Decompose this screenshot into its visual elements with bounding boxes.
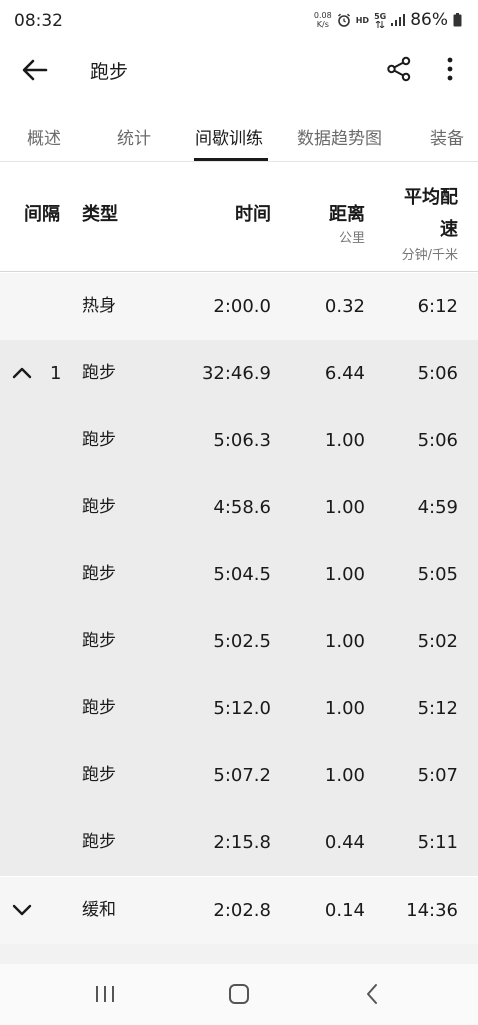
row-type: 跑步: [82, 631, 116, 651]
system-nav-bar: [0, 964, 478, 1025]
alarm-icon: [337, 13, 351, 27]
row-type: 跑步: [82, 497, 116, 517]
network-speed-unit: K/s: [316, 20, 329, 29]
list-end-divider: [0, 944, 478, 964]
table-row: 跑步 5:07.2 1.00 5:07: [0, 742, 478, 809]
tab-gear[interactable]: 装备: [430, 124, 464, 149]
back-button[interactable]: [18, 54, 52, 86]
row-time: 4:58.6: [213, 497, 271, 518]
row-pace: 5:11: [417, 832, 458, 853]
row-time: 32:46.9: [201, 363, 271, 384]
table-row: 跑步 2:15.8 0.44 5:11: [0, 809, 478, 876]
row-time: 5:07.2: [213, 765, 271, 786]
table-row: 热身 2:00.0 0.32 6:12: [0, 273, 478, 340]
row-distance: 1.00: [324, 698, 365, 719]
app-bar: 跑步: [0, 44, 478, 96]
chevron-down-icon[interactable]: [10, 897, 34, 923]
row-distance: 0.32: [324, 296, 365, 317]
share-icon: [387, 56, 411, 82]
tab-overview[interactable]: 概述: [27, 124, 61, 149]
recent-apps-button[interactable]: [85, 978, 125, 1010]
row-type: 跑步: [82, 832, 116, 852]
hd-badge: HD: [355, 15, 370, 25]
tab-trends[interactable]: 数据趋势图: [297, 124, 382, 149]
tab-intervals[interactable]: 间歇训练: [195, 124, 263, 149]
network-speed-value: 0.08: [313, 11, 332, 20]
more-vertical-icon: [447, 57, 453, 81]
row-pace: 5:06: [417, 363, 458, 384]
row-time: 2:02.8: [213, 900, 271, 921]
interval-group-row[interactable]: 1 跑步 32:46.9 6.44 5:06: [0, 340, 478, 407]
header-interval: 间隔: [24, 204, 60, 225]
row-type: 跑步: [82, 363, 116, 383]
status-time: 08:32: [14, 11, 63, 31]
header-type: 类型: [82, 204, 118, 225]
row-time: 2:00.0: [213, 296, 271, 317]
row-distance: 6.44: [324, 363, 365, 384]
row-time: 5:12.0: [213, 698, 271, 719]
row-distance: 1.00: [324, 564, 365, 585]
table-row: 跑步 5:12.0 1.00 5:12: [0, 675, 478, 742]
network-type-icon: 5G: [374, 11, 387, 28]
status-bar: 08:32 0.08 K/s HD 5G 86%: [0, 0, 478, 44]
row-pace: 5:02: [417, 631, 458, 652]
battery-icon: [453, 13, 462, 27]
table-row: 跑步 5:02.5 1.00 5:02: [0, 608, 478, 675]
row-pace: 5:07: [417, 765, 458, 786]
row-interval-index: 1: [50, 363, 62, 384]
table-header: 间隔 类型 时间 距离 公里 平均配 速 分钟/千米: [0, 163, 478, 272]
table-row: 跑步 4:58.6 1.00 4:59: [0, 474, 478, 541]
share-button[interactable]: [382, 52, 416, 86]
header-pace-line1: 平均配: [404, 187, 458, 208]
row-type: 热身: [82, 296, 116, 316]
row-type: 跑步: [82, 564, 116, 584]
home-icon: [229, 984, 249, 1004]
row-time: 5:02.5: [213, 631, 271, 652]
more-options-button[interactable]: [436, 52, 464, 86]
row-time: 5:04.5: [213, 564, 271, 585]
row-pace: 4:59: [417, 497, 458, 518]
tab-statistics[interactable]: 统计: [117, 124, 151, 149]
chevron-up-icon[interactable]: [10, 360, 34, 386]
row-distance: 1.00: [324, 765, 365, 786]
row-pace: 5:06: [417, 430, 458, 451]
active-tab-indicator: [194, 158, 268, 161]
row-type: 缓和: [82, 900, 116, 920]
row-pace: 14:36: [406, 900, 458, 921]
table-row: 跑步 5:06.3 1.00 5:06: [0, 407, 478, 474]
row-pace: 5:12: [417, 698, 458, 719]
arrow-left-icon: [22, 59, 48, 81]
network-type-label: 5G: [374, 11, 387, 21]
header-distance-unit: 公里: [338, 231, 365, 246]
row-distance: 1.00: [324, 497, 365, 518]
row-pace: 5:05: [417, 564, 458, 585]
row-time: 2:15.8: [213, 832, 271, 853]
system-back-button[interactable]: [352, 978, 392, 1010]
row-type: 跑步: [82, 698, 116, 718]
row-distance: 0.14: [324, 900, 365, 921]
home-button[interactable]: [219, 978, 259, 1010]
row-type: 跑步: [82, 430, 116, 450]
row-type: 跑步: [82, 765, 116, 785]
header-pace-unit: 分钟/千米: [401, 248, 458, 263]
status-icons: 0.08 K/s HD 5G 86%: [314, 10, 462, 30]
recent-apps-icon: [96, 986, 114, 1002]
header-time: 时间: [235, 204, 271, 225]
battery-level: 86%: [410, 10, 448, 30]
row-distance: 0.44: [324, 832, 365, 853]
row-time: 5:06.3: [213, 430, 271, 451]
table-row: 跑步 5:04.5 1.00 5:05: [0, 541, 478, 608]
header-pace-line2: 速: [440, 219, 458, 240]
tab-bar: 概述 统计 间歇训练 数据趋势图 装备: [0, 106, 478, 162]
header-distance: 距离: [329, 204, 365, 225]
row-distance: 1.00: [324, 631, 365, 652]
page-title: 跑步: [90, 61, 129, 83]
cooldown-row[interactable]: 缓和 2:02.8 0.14 14:36: [0, 877, 478, 944]
row-distance: 1.00: [324, 430, 365, 451]
network-speed: 0.08 K/s: [314, 11, 332, 29]
signal-icon: [391, 14, 406, 26]
chevron-left-icon: [367, 984, 377, 1004]
row-pace: 6:12: [417, 296, 458, 317]
